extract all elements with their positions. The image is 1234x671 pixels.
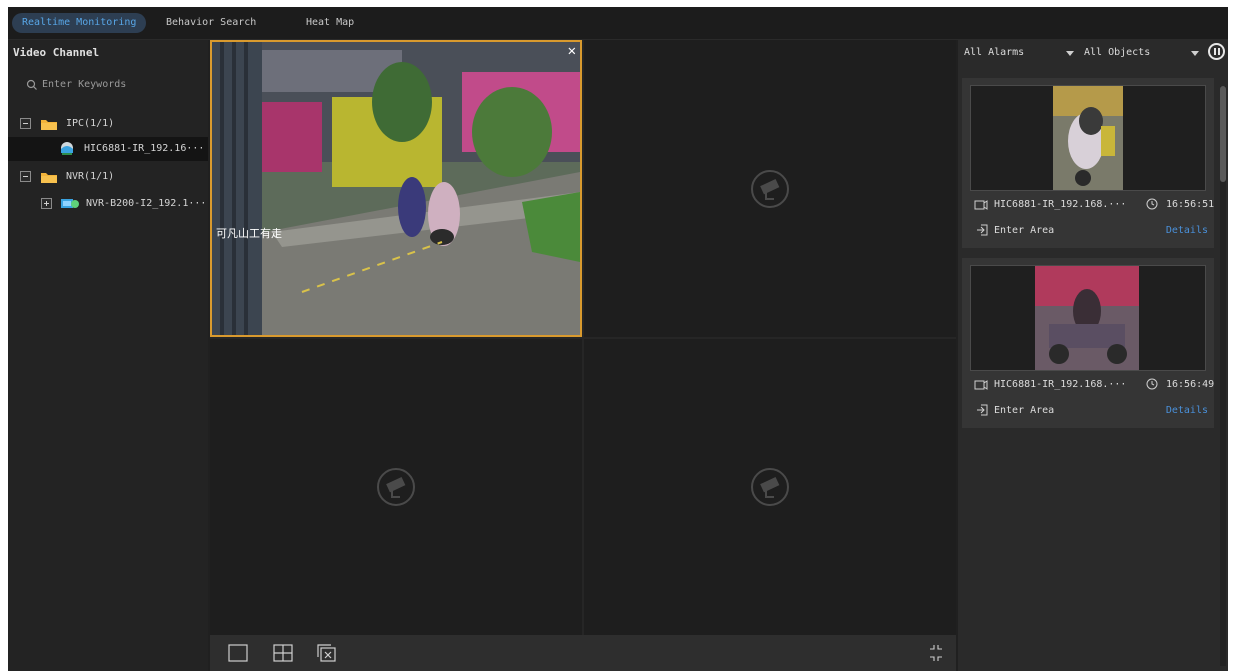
event-meta-row: HIC6881-IR_192.168.··· 16:56:49 (974, 377, 1214, 393)
alarm-panel: All Alarms All Objects HIC6881-IR_192.16… (958, 40, 1228, 671)
tree-item-label: HIC6881-IR_192.16··· (84, 143, 205, 154)
app-window: Realtime Monitoring Behavior Search Heat… (8, 7, 1228, 671)
collapse-toggle[interactable] (20, 171, 31, 182)
tree-item-label: IPC(1/1) (66, 118, 115, 129)
tree-item-ipc[interactable]: IPC(1/1) (8, 112, 208, 136)
tab-realtime-monitoring[interactable]: Realtime Monitoring (12, 13, 147, 33)
snapshot-image (1053, 86, 1123, 190)
event-time: 16:56:51 (1166, 199, 1215, 210)
video-grid: 可凡山工有走 ✕ (210, 40, 956, 635)
alarm-filter-value: All Alarms (964, 47, 1025, 58)
event-camera-name: HIC6881-IR_192.168.··· (994, 379, 1127, 390)
clock-icon (1146, 198, 1158, 210)
camera-offline-icon (751, 169, 789, 208)
tab-bar: Realtime Monitoring Behavior Search Heat… (8, 7, 1228, 40)
expand-toggle[interactable] (41, 198, 52, 209)
video-channel-panel: Video Channel Enter Keywords IPC(1/1) HI… (8, 40, 208, 671)
event-meta-row: HIC6881-IR_192.168.··· 16:56:51 (974, 197, 1214, 213)
object-filter-select[interactable]: All Objects (1084, 44, 1199, 62)
event-type: Enter Area (994, 405, 1055, 416)
folder-icon (41, 120, 57, 130)
close-icon[interactable]: ✕ (568, 44, 576, 58)
event-time: 16:56:49 (1166, 379, 1215, 390)
video-window-3[interactable] (210, 339, 582, 635)
event-type: Enter Area (994, 225, 1055, 236)
video-toolbar (210, 635, 956, 671)
single-window-layout-icon[interactable] (228, 644, 248, 662)
collapse-toggle[interactable] (20, 118, 31, 129)
alarm-event-card[interactable]: HIC6881-IR_192.168.··· 16:56:49 Enter Ar… (962, 258, 1214, 428)
camera-offline-icon (751, 468, 789, 506)
chevron-down-icon (1066, 51, 1074, 56)
clock-icon (1146, 378, 1158, 390)
close-all-windows-icon[interactable] (317, 644, 337, 662)
four-window-layout-icon[interactable] (273, 644, 293, 662)
event-type-row: Enter Area Details (974, 223, 1208, 239)
search-input[interactable]: Enter Keywords (20, 76, 200, 94)
nvr-device-icon (61, 199, 79, 208)
tree-item-nvr-device[interactable]: NVR-B200-I2_192.1··· (8, 192, 208, 216)
search-icon (26, 79, 37, 90)
object-filter-value: All Objects (1084, 47, 1151, 58)
video-window-4[interactable] (584, 339, 956, 635)
event-snapshot[interactable] (970, 85, 1206, 191)
live-video-frame (212, 42, 580, 335)
tree-item-camera[interactable]: HIC6881-IR_192.16··· (8, 137, 208, 161)
video-window-1[interactable]: 可凡山工有走 ✕ (210, 40, 582, 337)
alarm-filter-select[interactable]: All Alarms (964, 44, 1074, 62)
panel-title: Video Channel (13, 46, 100, 59)
fullscreen-icon[interactable] (926, 644, 946, 662)
event-snapshot[interactable] (970, 265, 1206, 371)
details-link[interactable]: Details (1166, 225, 1208, 236)
video-window-2[interactable] (584, 40, 956, 337)
details-link[interactable]: Details (1166, 405, 1208, 416)
folder-icon (41, 173, 57, 183)
pause-icon[interactable] (1208, 43, 1225, 60)
tab-behavior-search[interactable]: Behavior Search (156, 13, 266, 33)
tree-item-nvr[interactable]: NVR(1/1) (8, 165, 208, 189)
scrollbar[interactable] (1220, 86, 1226, 666)
camera-channel-icon (974, 200, 988, 210)
enter-area-icon (977, 404, 988, 416)
event-type-row: Enter Area Details (974, 403, 1208, 419)
snapshot-image (1035, 266, 1139, 370)
camera-online-icon (61, 142, 73, 155)
tab-heat-map[interactable]: Heat Map (296, 13, 364, 33)
enter-area-icon (977, 224, 988, 236)
video-overlay-text: 可凡山工有走 (216, 227, 282, 240)
camera-offline-icon (377, 468, 415, 506)
tree-item-label: NVR-B200-I2_192.1··· (86, 198, 207, 209)
chevron-down-icon (1191, 51, 1199, 56)
search-placeholder: Enter Keywords (42, 79, 127, 90)
scrollbar-thumb[interactable] (1220, 86, 1226, 182)
camera-channel-icon (974, 380, 988, 390)
event-camera-name: HIC6881-IR_192.168.··· (994, 199, 1127, 210)
tree-item-label: NVR(1/1) (66, 171, 115, 182)
alarm-event-card[interactable]: HIC6881-IR_192.168.··· 16:56:51 Enter Ar… (962, 78, 1214, 248)
